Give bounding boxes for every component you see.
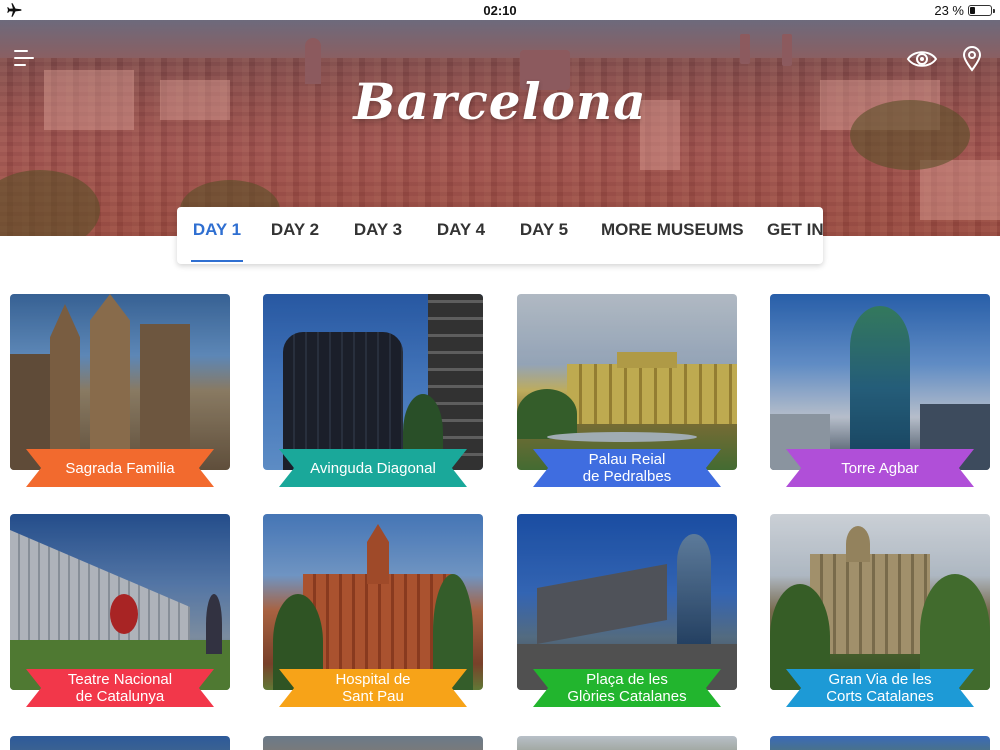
place-name: Avinguda Diagonal xyxy=(310,459,436,477)
place-photo xyxy=(770,294,990,470)
map-pin-icon[interactable] xyxy=(962,46,982,72)
place-name: Plaça de les Glòries Catalanes xyxy=(567,671,687,705)
place-label-ribbon: Avinguda Diagonal xyxy=(279,449,467,487)
status-bar: 02:10 23 % xyxy=(0,0,1000,20)
tab-day-1[interactable]: DAY 1 xyxy=(191,207,243,264)
place-name: Gran Via de les Corts Catalanes xyxy=(826,671,934,705)
place-photo xyxy=(770,514,990,690)
place-name: Teatre Nacional de Catalunya xyxy=(67,671,173,705)
place-name: Torre Agbar xyxy=(841,459,919,477)
tab-more-museums[interactable]: MORE MUSEUMS xyxy=(601,207,744,264)
hero-banner: Barcelona xyxy=(0,20,1000,236)
place-card-torre-agbar[interactable]: Torre Agbar xyxy=(770,294,990,487)
menu-line xyxy=(14,50,28,52)
place-photo xyxy=(10,514,230,690)
place-card-placa-glories[interactable]: Plaça de les Glòries Catalanes xyxy=(517,514,737,707)
place-label-ribbon: Torre Agbar xyxy=(786,449,974,487)
place-name: Sagrada Familia xyxy=(65,459,175,477)
day-tabs: DAY 1 DAY 2 DAY 3 DAY 4 DAY 5 MORE MUSEU… xyxy=(177,207,823,264)
menu-line xyxy=(14,57,34,59)
battery-percent: 23 % xyxy=(934,3,964,18)
battery-icon xyxy=(968,5,995,16)
place-name: Hospital de Sant Pau xyxy=(335,671,411,705)
place-photo xyxy=(10,294,230,470)
tab-day-2[interactable]: DAY 2 xyxy=(269,207,321,264)
place-label-ribbon: Palau Reial de Pedralbes xyxy=(533,449,721,487)
battery-fill xyxy=(970,7,975,14)
place-card-teatre-nacional[interactable]: Teatre Nacional de Catalunya xyxy=(10,514,230,707)
place-label-ribbon: Hospital de Sant Pau xyxy=(279,669,467,707)
app-screen: 02:10 23 % Barcelona DAY 1 DAY 2 DAY 3 D… xyxy=(0,0,1000,750)
place-card-sagrada-familia[interactable]: Sagrada Familia xyxy=(10,294,230,487)
place-name: Palau Reial de Pedralbes xyxy=(582,451,672,485)
place-label-ribbon: Sagrada Familia xyxy=(26,449,214,487)
place-card-palau-reial[interactable]: Palau Reial de Pedralbes xyxy=(517,294,737,487)
tab-day-4[interactable]: DAY 4 xyxy=(435,207,487,264)
place-card-partial[interactable] xyxy=(770,736,990,750)
place-card-partial[interactable] xyxy=(10,736,230,750)
tab-day-3[interactable]: DAY 3 xyxy=(352,207,404,264)
hero-tower xyxy=(782,34,792,66)
place-label-ribbon: Plaça de les Glòries Catalanes xyxy=(533,669,721,707)
hero-building xyxy=(920,160,1000,220)
place-card-hospital-sant-pau[interactable]: Hospital de Sant Pau xyxy=(263,514,483,707)
hero-tower xyxy=(740,34,750,64)
place-label-ribbon: Teatre Nacional de Catalunya xyxy=(26,669,214,707)
tab-get-in[interactable]: GET IN xyxy=(767,207,823,264)
hero-sky xyxy=(0,20,1000,58)
place-card-partial[interactable] xyxy=(517,736,737,750)
place-photo xyxy=(517,294,737,470)
status-time: 02:10 xyxy=(483,3,517,18)
place-label-ribbon: Gran Via de les Corts Catalanes xyxy=(786,669,974,707)
hero-trees xyxy=(0,170,100,236)
place-card-avinguda-diagonal[interactable]: Avinguda Diagonal xyxy=(263,294,483,487)
menu-icon[interactable] xyxy=(14,50,36,70)
place-photo xyxy=(517,514,737,690)
place-photo xyxy=(263,294,483,470)
eye-icon[interactable] xyxy=(906,48,938,70)
menu-line xyxy=(14,64,26,66)
place-card-partial[interactable] xyxy=(263,736,483,750)
tab-day-5[interactable]: DAY 5 xyxy=(518,207,570,264)
page-title: Barcelona xyxy=(353,72,647,131)
place-photo xyxy=(263,514,483,690)
place-card-gran-via[interactable]: Gran Via de les Corts Catalanes xyxy=(770,514,990,707)
